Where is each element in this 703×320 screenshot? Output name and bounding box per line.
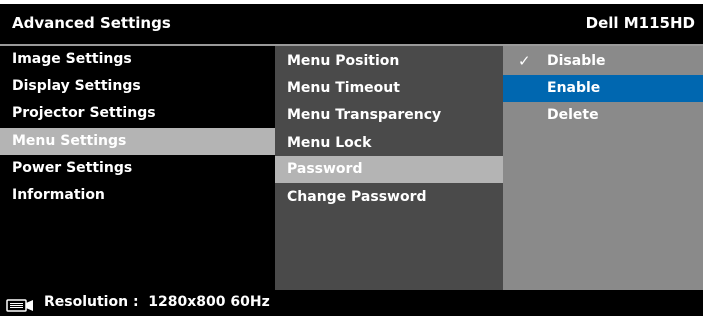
menu-item-menu-settings[interactable]: Menu Settings (0, 128, 275, 155)
option-label: Disable (547, 53, 606, 69)
option-disable[interactable]: ✓ Disable (503, 48, 703, 75)
resolution-value: 1280x800 60Hz (148, 294, 270, 310)
projector-osd-menu: Advanced Settings Dell M115HD Image Sett… (0, 4, 703, 316)
resolution-icon (6, 297, 36, 316)
checkmark-icon: ✓ (518, 52, 531, 70)
menu-item-information[interactable]: Information (0, 182, 275, 209)
option-label: Enable (547, 80, 601, 96)
resolution-readout: Resolution : 1280x800 60Hz (44, 294, 270, 310)
submenu-item-menu-transparency[interactable]: Menu Transparency (275, 102, 503, 129)
submenu-item-menu-timeout[interactable]: Menu Timeout (275, 75, 503, 102)
submenu-item-password[interactable]: Password (275, 156, 503, 183)
main-menu: Image Settings Display Settings Projecto… (0, 46, 275, 290)
submenu-item-menu-lock[interactable]: Menu Lock (275, 130, 503, 157)
menu-item-projector-settings[interactable]: Projector Settings (0, 100, 275, 127)
menu-item-power-settings[interactable]: Power Settings (0, 155, 275, 182)
option-label: Delete (547, 107, 599, 123)
option-delete[interactable]: Delete (503, 102, 703, 129)
resolution-label: Resolution : (44, 294, 139, 310)
menu-item-image-settings[interactable]: Image Settings (0, 46, 275, 73)
submenu-item-change-password[interactable]: Change Password (275, 184, 503, 211)
menu-header: Advanced Settings Dell M115HD (0, 4, 703, 44)
menu-item-display-settings[interactable]: Display Settings (0, 73, 275, 100)
option-list: ✓ Disable Enable Delete (503, 46, 703, 290)
menu-title: Advanced Settings (12, 14, 171, 32)
status-bar: Resolution : 1280x800 60Hz (0, 290, 703, 316)
option-enable[interactable]: Enable (503, 75, 703, 102)
submenu-item-menu-position[interactable]: Menu Position (275, 48, 503, 75)
model-name: Dell M115HD (585, 14, 695, 32)
sub-menu: Menu Position Menu Timeout Menu Transpar… (275, 46, 503, 290)
